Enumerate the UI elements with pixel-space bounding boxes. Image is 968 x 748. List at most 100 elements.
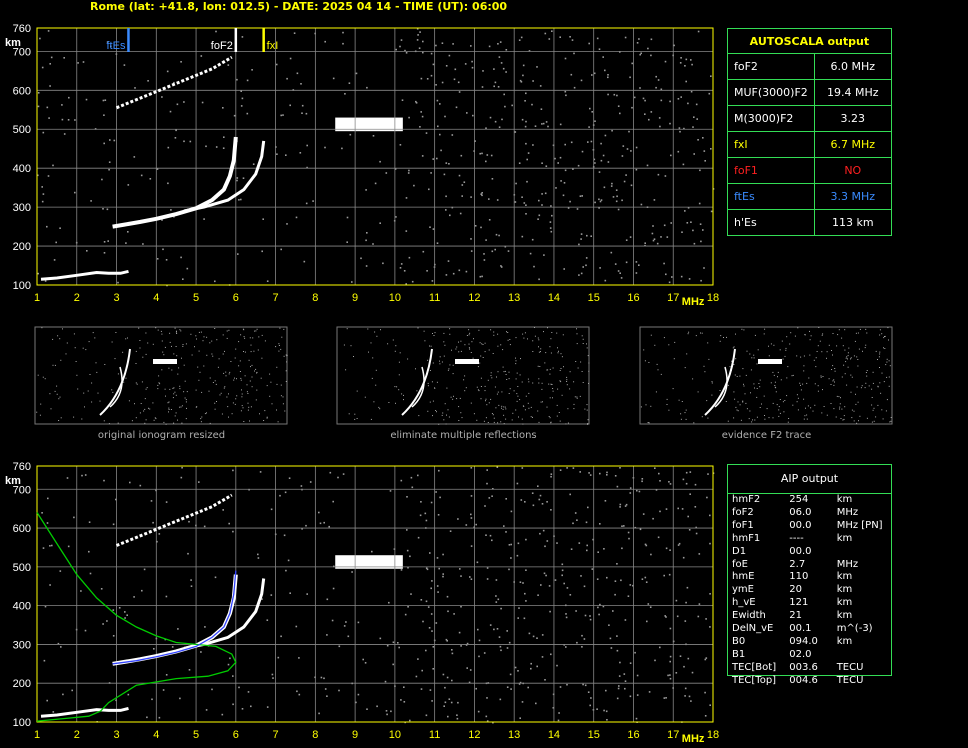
noise-dot (524, 100, 526, 102)
aip-cell: 110 (789, 571, 809, 583)
noise-dot (141, 589, 143, 592)
thumb-noise (756, 396, 758, 398)
noise-dot (636, 489, 638, 492)
thumb-noise (582, 338, 584, 340)
thumb-noise (235, 348, 237, 350)
noise-dot (453, 78, 456, 81)
thumb-noise (520, 358, 521, 360)
noise-dot (656, 242, 659, 245)
noise-dot (650, 111, 653, 113)
noise-dot (417, 658, 419, 660)
noise-dot (524, 501, 526, 503)
y-tick-label: 400 (13, 163, 31, 175)
thumb-noise (842, 345, 844, 347)
noise-dot (644, 242, 646, 244)
thumb-noise (753, 354, 755, 356)
noise-dot (652, 225, 654, 227)
noise-dot (457, 518, 459, 520)
autoscala-value: 6.0 MHz (813, 53, 892, 80)
noise-dot (537, 218, 539, 220)
noise-dot (663, 262, 665, 265)
thumb-noise (643, 349, 645, 351)
noise-dot (417, 536, 420, 539)
noise-dot (654, 659, 656, 662)
noise-dot (306, 593, 308, 595)
noise-dot (678, 542, 681, 545)
thumb-noise (254, 370, 255, 372)
noise-dot (445, 195, 447, 198)
noise-dot (432, 63, 435, 66)
thumb-noise (808, 377, 810, 379)
noise-dot (382, 262, 384, 265)
thumb-noise (851, 417, 853, 419)
noise-dot (181, 466, 183, 469)
noise-dot (495, 579, 498, 581)
thumb-noise (540, 351, 541, 353)
thumb-noise (577, 367, 579, 369)
noise-dot (53, 259, 56, 261)
noise-dot (432, 668, 434, 670)
thumb-noise (493, 417, 495, 419)
noise-dot (545, 121, 548, 123)
aip-row: B1 02.0 (728, 649, 891, 662)
thumb-noise (530, 406, 532, 408)
noise-dot (565, 94, 567, 97)
noise-dot (421, 115, 424, 118)
noise-dot (48, 117, 50, 119)
thumb-noise (429, 401, 431, 403)
x-tick-label: 9 (352, 729, 358, 741)
thumb-noise (176, 355, 178, 357)
thumb-noise (879, 334, 881, 336)
thumb-noise (354, 418, 356, 420)
noise-dot (645, 581, 648, 583)
autoscala-row: foF1 NO (727, 157, 892, 184)
x-tick-label: 2 (74, 292, 80, 304)
thumb-noise (537, 365, 539, 367)
noise-dot (584, 614, 587, 617)
thumb-noise (532, 416, 533, 418)
thumb-noise (418, 415, 420, 417)
noise-dot (107, 240, 109, 242)
aip-cell: ---- (789, 532, 804, 544)
noise-dot (428, 188, 430, 191)
noise-dot (475, 687, 477, 690)
y-tick-label: 100 (13, 280, 31, 292)
noise-dot (437, 514, 440, 516)
noise-dot (134, 87, 136, 89)
noise-dot (452, 43, 454, 45)
thumb-noise (551, 332, 553, 333)
thumb-noise (444, 344, 446, 346)
noise-dot (406, 529, 408, 531)
thumb-noise (545, 352, 547, 354)
thumb-noise (517, 386, 519, 387)
thumb-noise (556, 415, 558, 417)
thumb-noise (476, 386, 478, 388)
thumb-noise (733, 391, 735, 393)
thumb-noise (836, 395, 838, 397)
aip-cell: 254 (789, 494, 809, 505)
noise-dot (183, 140, 185, 143)
aip-cell: MHz (836, 558, 859, 570)
thumb-noise (783, 411, 785, 413)
noise-dot (698, 553, 701, 555)
noise-dot (525, 538, 527, 541)
noise-dot (631, 62, 633, 65)
thumb-noise (36, 411, 38, 413)
thumb-noise (480, 355, 482, 357)
thumb-noise (392, 339, 394, 341)
thumb-noise (269, 395, 271, 397)
noise-dot (523, 202, 526, 204)
thumb-noise (528, 407, 530, 409)
noise-dot (103, 142, 105, 145)
thumb-noise (375, 384, 377, 386)
thumb-noise (278, 350, 280, 352)
thumb-noise (398, 361, 400, 363)
thumb-noise (364, 396, 366, 398)
noise-dot (376, 705, 378, 708)
thumb-noise (686, 353, 688, 355)
thumb-noise (807, 405, 809, 407)
noise-dot (432, 158, 434, 160)
noise-dot (549, 227, 552, 229)
noise-dot (629, 76, 631, 79)
noise-dot (657, 536, 660, 539)
